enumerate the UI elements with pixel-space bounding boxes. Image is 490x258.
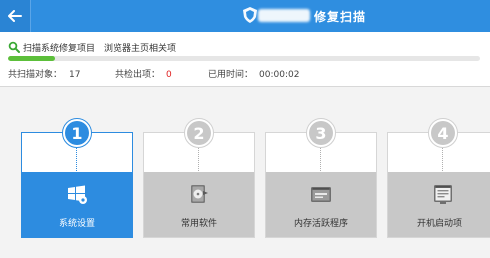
- back-arrow-icon: [8, 10, 22, 22]
- step-connector: [198, 145, 199, 171]
- found-label: 共检出项：: [115, 70, 161, 80]
- memory-program-icon: [311, 187, 331, 202]
- step-badge-2: 2: [184, 118, 214, 148]
- search-icon: [8, 41, 20, 53]
- step-connector: [320, 145, 321, 171]
- step-label: 开机启动项: [416, 219, 462, 229]
- step-panel: 开机启动项: [388, 172, 490, 237]
- elapsed-label: 已用时间：: [208, 70, 254, 80]
- step-card-startup-items[interactable]: 开机启动项: [387, 132, 490, 238]
- found-items: 共检出项： 0: [115, 67, 172, 80]
- windows-settings-icon: [68, 185, 87, 204]
- step-badge-3: 3: [306, 118, 336, 148]
- step-connector: [76, 145, 77, 171]
- scan-detail-text: 浏览器主页相关项: [104, 43, 177, 54]
- scanned-count: 17: [69, 70, 81, 80]
- step-number: 3: [309, 121, 333, 145]
- scan-progress-bar: [8, 56, 480, 61]
- scan-status: 扫描系统修复项目 浏览器主页相关项: [8, 41, 177, 54]
- elapsed-value: 00:00:02: [259, 70, 300, 80]
- step-panel: 内存活跃程序: [266, 172, 376, 237]
- step-number: 2: [187, 121, 211, 145]
- elapsed-time: 已用时间： 00:00:02: [208, 67, 299, 80]
- startup-window-icon: [434, 185, 452, 204]
- software-disc-icon: [191, 185, 208, 203]
- step-panel: 系统设置: [22, 172, 132, 237]
- step-number: 4: [431, 121, 455, 145]
- step-label: 常用软件: [180, 219, 217, 229]
- scanned-label: 共扫描对象：: [8, 70, 63, 80]
- found-count: 0: [166, 70, 172, 80]
- step-connector: [442, 145, 443, 171]
- title-bar: 修复扫描: [0, 0, 490, 32]
- back-button[interactable]: [0, 0, 31, 32]
- scan-status-text: 扫描系统修复项目: [23, 43, 96, 54]
- scanned-objects: 共扫描对象： 17: [8, 67, 80, 80]
- step-label: 内存活跃程序: [293, 219, 348, 229]
- shield-icon: [243, 7, 257, 23]
- page-title: 修复扫描: [314, 10, 367, 24]
- step-number: 1: [65, 121, 89, 145]
- step-label: 系统设置: [58, 219, 95, 229]
- step-panel: 常用软件: [144, 172, 254, 237]
- scan-progress-fill: [8, 56, 56, 61]
- redacted-title: [258, 9, 310, 22]
- scan-stats: 共扫描对象： 17 共检出项： 0 已用时间： 00:00:02: [8, 67, 478, 80]
- step-badge-4: 4: [428, 118, 458, 148]
- step-badge-1: 1: [62, 118, 92, 148]
